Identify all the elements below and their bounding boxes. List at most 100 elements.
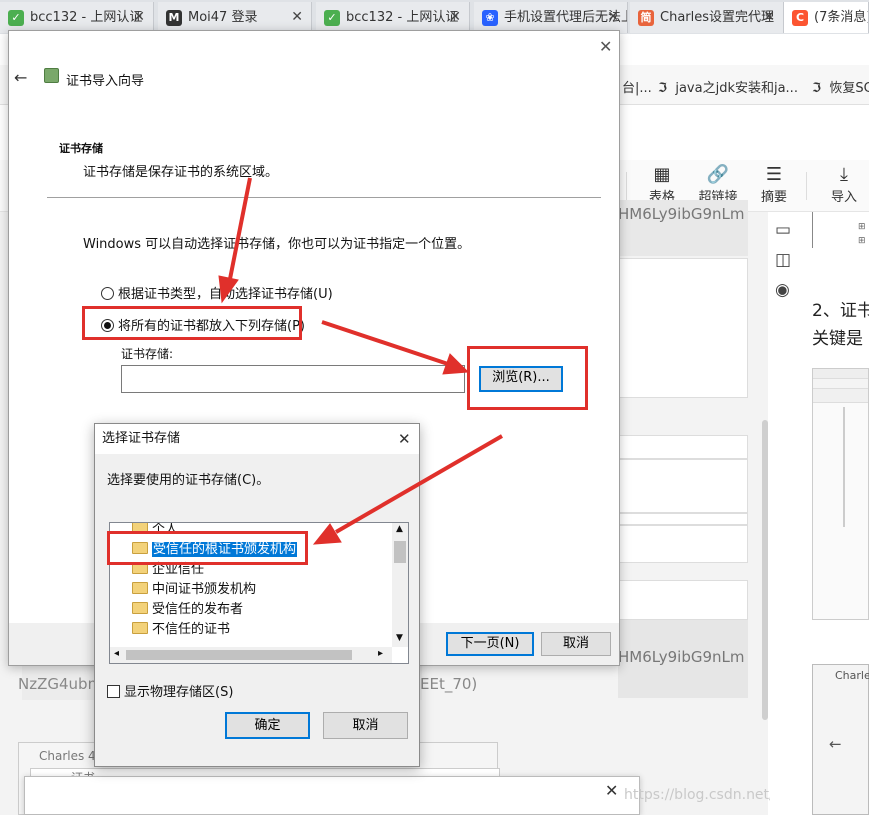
table-button[interactable]: ▦ 表格: [638, 164, 686, 205]
import-icon: ⤓: [840, 164, 848, 185]
close-icon[interactable]: ✕: [398, 424, 411, 454]
code-text: HM6Ly9ibG9nLm: [618, 648, 745, 666]
toolbar-divider: [626, 172, 627, 200]
close-icon[interactable]: ✕: [599, 37, 612, 56]
checkbox-label: 显示物理存储区(S): [124, 685, 234, 700]
browser-tab[interactable]: ✓ bcc132 - 上网认证 ✕: [316, 2, 470, 33]
check-icon: ✓: [324, 10, 340, 26]
cancel-button[interactable]: 取消: [541, 632, 611, 656]
folder-icon: [132, 602, 148, 614]
expand-icon: ⊞: [858, 222, 866, 232]
window-title: Charles: [835, 669, 869, 682]
bookmark-item[interactable]: 台|...: [622, 77, 652, 96]
close-icon[interactable]: ✕: [449, 2, 461, 33]
vertical-scrollbar[interactable]: ▲ ▼: [392, 523, 408, 647]
instruction-text: Windows 可以自动选择证书存储，你也可以为证书指定一个位置。: [83, 237, 471, 252]
show-physical-checkbox[interactable]: 显示物理存储区(S): [107, 681, 233, 700]
horizontal-scrollbar[interactable]: ◂ ▸: [110, 647, 392, 663]
import-button[interactable]: ⤓ 导入: [820, 164, 868, 205]
radio-icon: [101, 287, 114, 300]
charles-screenshot: Charles ←: [812, 664, 869, 815]
store-field[interactable]: [121, 365, 465, 393]
bookmark-item[interactable]: ℑ java之jdk安装和ja...: [658, 77, 798, 96]
screenshot-thumb: [618, 258, 748, 398]
scroll-left-icon[interactable]: ◂: [114, 648, 119, 659]
store-label: 证书存储:: [121, 347, 174, 361]
tab-title: bcc132 - 上网认证: [30, 10, 143, 25]
tree-item-label: 不信任的证书: [152, 622, 231, 637]
close-icon[interactable]: ✕: [607, 2, 619, 33]
tree-item[interactable]: 不信任的证书: [132, 620, 230, 640]
tab-title: (7条消息): [814, 10, 869, 25]
tree-item-label: 受信任的发布者: [152, 602, 244, 617]
charles-screenshot: [812, 368, 869, 620]
jianshu-icon: 简: [638, 10, 654, 26]
screenshot-thumb: [618, 435, 748, 563]
right-panel: ▭ ◫ ◉ ⊞ ⊞ 2、证书 关键是 Charles ←: [770, 212, 869, 815]
wizard-header: 证书导入向导: [66, 74, 145, 89]
check-icon: ✓: [8, 10, 24, 26]
link-button[interactable]: 🔗 超链接: [694, 164, 742, 205]
next-button[interactable]: 下一页(N): [446, 632, 534, 656]
tab-title: bcc132 - 上网认证: [346, 10, 459, 25]
folder-icon: [132, 622, 148, 634]
annotation-box: [82, 306, 302, 340]
select-store-dialog: 选择证书存储 ✕ 选择要使用的证书存储(C)。 个人 受信任的根证书颁发机构 企…: [94, 423, 420, 767]
tree-item[interactable]: 中间证书颁发机构: [132, 580, 256, 600]
csdn-icon: C: [792, 10, 808, 26]
radio-auto-store[interactable]: 根据证书类型，自动选择证书存储(U): [101, 283, 333, 302]
divider: [47, 197, 601, 198]
bookmark-item[interactable]: ℑ 恢复SC: [812, 77, 869, 96]
annotation-box: [107, 531, 308, 565]
bookmark-label: 恢复SC: [829, 81, 869, 96]
tree-preview: ⊞ ⊞: [812, 212, 869, 248]
toolbar-divider: [806, 172, 807, 200]
scroll-right-icon[interactable]: ▸: [378, 648, 383, 659]
preview-icon[interactable]: ◉: [775, 280, 790, 300]
radio-label: 根据证书类型，自动选择证书存储(U): [118, 287, 333, 302]
summary-icon: ☰: [765, 164, 783, 185]
scrollbar-thumb[interactable]: [762, 420, 768, 720]
tab-title: Charles设置完代理: [660, 10, 775, 25]
browser-tab-active[interactable]: C (7条消息): [784, 2, 869, 33]
m-logo-icon: M: [166, 10, 182, 26]
layout-icon[interactable]: ▭: [775, 220, 791, 240]
close-icon[interactable]: ✕: [291, 2, 303, 33]
code-text: HM6Ly9ibG9nLm: [618, 205, 745, 223]
back-arrow-icon[interactable]: ←: [14, 68, 27, 87]
tool-label: 摘要: [760, 190, 787, 205]
section-heading: 2、证书: [812, 301, 869, 321]
scroll-thumb[interactable]: [394, 541, 406, 563]
annotation-box: [467, 346, 588, 410]
split-view-icon[interactable]: ◫: [775, 250, 791, 270]
expand-icon: ⊞: [858, 236, 866, 246]
bookmark-icon: ℑ: [658, 81, 668, 96]
scroll-thumb[interactable]: [126, 650, 352, 660]
back-arrow-icon: ←: [829, 735, 842, 753]
scroll-down-icon[interactable]: ▼: [396, 633, 403, 643]
paw-icon: ❀: [482, 10, 498, 26]
tool-label: 导入: [830, 190, 857, 205]
screenshot-thumb: [618, 580, 748, 620]
second-wizard-window: ✕: [24, 776, 640, 815]
browser-tab[interactable]: ❀ 手机设置代理后无法上网 ✕: [474, 2, 628, 33]
scroll-up-icon[interactable]: ▲: [396, 524, 403, 534]
close-icon[interactable]: ✕: [133, 2, 145, 33]
cancel-button[interactable]: 取消: [323, 712, 408, 739]
ok-button[interactable]: 确定: [225, 712, 310, 739]
code-text: EEt_70): [420, 675, 478, 693]
tab-title: Moi47 登录: [188, 10, 258, 25]
tree-item[interactable]: 受信任的发布者: [132, 600, 243, 620]
browser-tab-strip: ✓ bcc132 - 上网认证 ✕ M Moi47 登录 ✕ ✓ bcc132 …: [0, 0, 869, 34]
summary-button[interactable]: ☰ 摘要: [750, 164, 798, 205]
close-icon[interactable]: ✕: [763, 2, 775, 33]
browser-tab[interactable]: ✓ bcc132 - 上网认证 ✕: [0, 2, 154, 33]
bookmark-label: java之jdk安装和ja...: [675, 81, 798, 96]
bookmark-icon: ℑ: [812, 81, 822, 96]
dialog-title: 选择证书存储: [102, 431, 181, 446]
browser-tab[interactable]: 简 Charles设置完代理 ✕: [630, 2, 784, 33]
checkbox-icon: [107, 685, 120, 698]
browser-tab[interactable]: M Moi47 登录 ✕: [158, 2, 312, 33]
section-heading: 关键是: [812, 329, 863, 349]
close-icon[interactable]: ✕: [605, 781, 618, 800]
